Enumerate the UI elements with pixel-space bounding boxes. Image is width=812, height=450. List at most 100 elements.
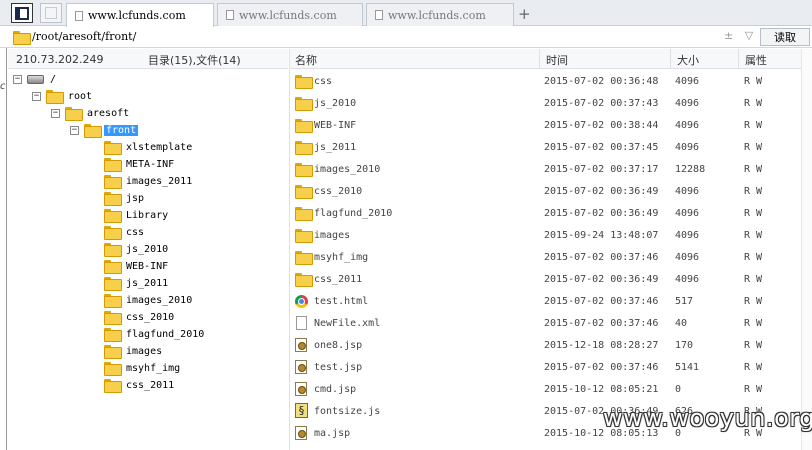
tree-node[interactable]: images_2011 — [104, 173, 194, 189]
file-size: 0 — [675, 384, 682, 395]
frame-icon — [45, 7, 57, 19]
tree-node[interactable]: msyhf_img — [104, 360, 182, 376]
tree-node[interactable]: WEB-INF — [104, 258, 170, 274]
path-input[interactable]: /root/aresoft/front/ — [32, 30, 136, 43]
tree-node[interactable]: flagfund_2010 — [104, 326, 206, 342]
column-header-name[interactable]: 名称 — [295, 52, 317, 68]
file-row[interactable]: js_2011 2015-07-02 00:37:45 4096 R W — [290, 136, 800, 158]
file-time: 2015-12-18 08:28:27 — [544, 340, 659, 351]
file-name: css_2010 — [314, 186, 363, 197]
file-attributes: R W — [744, 296, 763, 307]
tree-node[interactable]: images_2010 — [104, 292, 194, 308]
file-size: 4096 — [675, 98, 700, 109]
file-row[interactable]: js_2010 2015-07-02 00:37:43 4096 R W — [290, 92, 800, 114]
tree-node-aresoft[interactable]: − aresoft — [51, 105, 131, 121]
folder-icon — [104, 141, 122, 155]
file-attributes: R W — [744, 208, 763, 219]
tab-active[interactable]: www.lcfunds.com — [66, 3, 214, 27]
file-attributes: R W — [744, 142, 763, 153]
secondary-panel-button[interactable] — [40, 3, 62, 23]
file-attributes: R W — [744, 362, 763, 373]
folder-icon — [13, 31, 31, 45]
column-divider[interactable] — [539, 49, 540, 69]
file-row[interactable]: WEB-INF 2015-07-02 00:38:44 4096 R W — [290, 114, 800, 136]
file-time: 2015-07-02 00:37:45 — [544, 142, 659, 153]
file-row[interactable]: css_2011 2015-07-02 00:36:49 4096 R W — [290, 268, 800, 290]
file-list: css 2015-07-02 00:36:48 4096 R W js_2010 2015… — [289, 70, 812, 450]
file-row[interactable]: flagfund_2010 2015-07-02 00:36:49 4096 R W — [290, 202, 800, 224]
folder-icon — [65, 107, 83, 121]
collapse-icon[interactable]: − — [32, 91, 41, 101]
file-attributes: R W — [744, 186, 763, 197]
file-name: images_2010 — [314, 164, 381, 175]
file-name: test.jsp — [314, 362, 363, 373]
page-icon — [226, 10, 234, 20]
folder-icon — [46, 90, 64, 104]
file-name: css_2011 — [314, 274, 363, 285]
tree-node[interactable]: xlstemplate — [104, 139, 194, 155]
scrollbar[interactable] — [801, 49, 812, 450]
column-divider[interactable] — [738, 49, 739, 69]
collapse-icon[interactable]: − — [51, 108, 60, 118]
column-header-time[interactable]: 时间 — [546, 52, 568, 68]
file-row[interactable]: NewFile.xml 2015-07-02 00:37:46 40 R W — [290, 312, 800, 334]
file-name: js_2011 — [314, 142, 357, 153]
tree-node[interactable]: Library — [104, 207, 170, 223]
file-time: 2015-10-12 08:05:21 — [544, 384, 659, 395]
tree-node[interactable]: jsp — [104, 190, 146, 206]
file-name: fontsize.js — [314, 406, 381, 417]
file-row[interactable]: test.html 2015-07-02 00:37:46 517 R W — [290, 290, 800, 312]
column-divider[interactable] — [670, 49, 671, 69]
tree-node-front[interactable]: − front — [70, 122, 139, 138]
file-row[interactable]: one8.jsp 2015-12-18 08:28:27 170 R W — [290, 334, 800, 356]
path-controls[interactable]: ± ▽ — [724, 29, 757, 42]
folder-icon — [295, 119, 313, 134]
file-row[interactable]: test.jsp 2015-07-02 00:37:46 5141 R W — [290, 356, 800, 378]
file-row[interactable]: images_2010 2015-07-02 00:37:17 12288 R W — [290, 158, 800, 180]
tree-node[interactable]: js_2010 — [104, 241, 170, 257]
column-header-attr[interactable]: 属性 — [745, 52, 767, 68]
tree-node-label: WEB-INF — [126, 260, 169, 272]
tree-node-root-dir[interactable]: − root — [32, 88, 94, 104]
file-size: 4096 — [675, 230, 700, 241]
file-row[interactable]: css 2015-07-02 00:36:48 4096 R W — [290, 70, 800, 92]
tab-label: www.lcfunds.com — [88, 9, 186, 22]
tree-node-label: msyhf_img — [126, 362, 181, 374]
folder-icon — [295, 141, 313, 156]
file-name: ma.jsp — [314, 428, 351, 439]
tree-node-label: META-INF — [126, 158, 175, 170]
file-time: 2015-09-24 13:48:07 — [544, 230, 659, 241]
sidebar-toggle-button[interactable] — [11, 3, 33, 23]
tree-node-label: flagfund_2010 — [126, 328, 205, 340]
tree-node[interactable]: META-INF — [104, 156, 176, 172]
tree-node-label: images_2010 — [126, 294, 193, 306]
tab-inactive[interactable]: www.lcfunds.com — [366, 3, 514, 26]
file-name: js_2010 — [314, 98, 357, 109]
collapse-icon[interactable]: − — [13, 74, 22, 84]
new-tab-button[interactable]: + — [518, 5, 531, 23]
tree-node[interactable]: css_2010 — [104, 309, 176, 325]
file-size: 4096 — [675, 142, 700, 153]
column-header-size[interactable]: 大小 — [677, 52, 699, 68]
tree-node[interactable]: js_2011 — [104, 275, 170, 291]
file-row[interactable]: images 2015-09-24 13:48:07 4096 R W — [290, 224, 800, 246]
file-time: 2015-07-02 00:37:46 — [544, 252, 659, 263]
tab-inactive[interactable]: www.lcfunds.com — [217, 3, 363, 26]
read-button[interactable]: 读取 — [760, 28, 810, 46]
tree-node[interactable]: css — [104, 224, 146, 240]
chrome-icon — [295, 295, 308, 311]
file-attributes: R W — [744, 318, 763, 329]
tree-node-root[interactable]: − / — [13, 71, 58, 87]
address-bar: /root/aresoft/front/ ± ▽ 读取 — [0, 27, 812, 48]
folder-icon — [104, 311, 122, 325]
file-row[interactable]: css_2010 2015-07-02 00:36:49 4096 R W — [290, 180, 800, 202]
file-row[interactable]: msyhf_img 2015-07-02 00:37:46 4096 R W — [290, 246, 800, 268]
file-row[interactable]: cmd.jsp 2015-10-12 08:05:21 0 R W — [290, 378, 800, 400]
item-count: 目录(15),文件(14) — [148, 54, 241, 67]
file-name: one8.jsp — [314, 340, 363, 351]
folder-icon — [104, 345, 122, 359]
tree-node[interactable]: images — [104, 343, 164, 359]
folder-icon — [295, 185, 313, 200]
collapse-icon[interactable]: − — [70, 125, 79, 135]
tree-node[interactable]: css_2011 — [104, 377, 176, 393]
